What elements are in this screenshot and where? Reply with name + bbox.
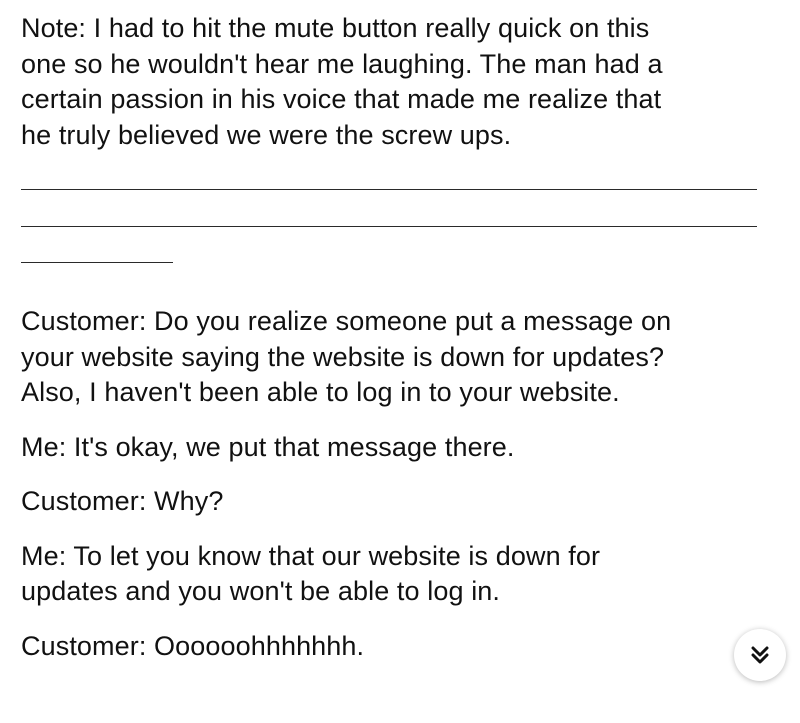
dialogue-line-me: Me: To let you know that our website is … [21,540,601,607]
divider-line [21,189,757,190]
divider-line [21,262,173,263]
dialogue-line-customer: Customer: Do you realize someone put a m… [21,306,672,407]
double-chevron-down-icon [749,644,771,666]
dialogue-line-customer: Customer: Why? [21,486,224,516]
dialogue-line-me: Me: It's okay, we put that message there… [21,431,515,462]
dialogue-line-customer: Customer: Oooooohhhhhhh. [21,630,365,661]
note-paragraph: Note: I had to hit the mute button reall… [21,13,663,150]
divider-line [21,226,757,227]
article-content: Note: I had to hit the mute button reall… [21,11,771,664]
scroll-to-bottom-button[interactable] [734,629,786,681]
